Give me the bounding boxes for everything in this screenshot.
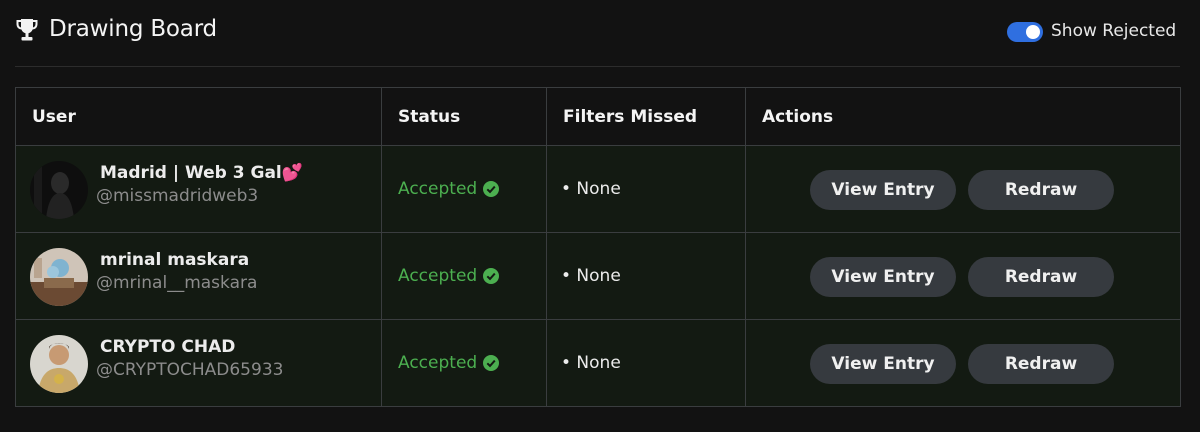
entries-table: User Status Filters Missed Actions Madri…: [15, 87, 1181, 407]
user-cell: Madrid | Web 3 Gal💕 @missmadridweb3: [15, 145, 382, 233]
toggle-knob: [1026, 25, 1040, 39]
page-header: Drawing Board Show Rejected: [0, 0, 1200, 66]
column-header-filters-missed: Filters Missed: [546, 87, 746, 146]
display-name: mrinal maskara: [100, 250, 250, 270]
user-handle: @CRYPTOCHAD65933: [96, 360, 284, 380]
column-header-actions: Actions: [745, 87, 1181, 146]
show-rejected-toggle[interactable]: [1007, 22, 1043, 42]
column-header-status: Status: [381, 87, 547, 146]
header-divider: [15, 66, 1180, 67]
user-cell: mrinal maskara @mrinal__maskara: [15, 232, 382, 320]
status-text: Accepted: [398, 353, 478, 373]
redraw-button[interactable]: Redraw: [968, 344, 1114, 384]
avatar: [30, 248, 88, 306]
table-row: mrinal maskara @mrinal__maskara Accepted…: [15, 232, 1181, 320]
user-cell: CRYPTO CHAD @CRYPTOCHAD65933: [15, 319, 382, 407]
status-text: Accepted: [398, 179, 478, 199]
user-handle: @mrinal__maskara: [96, 273, 258, 293]
status-text: Accepted: [398, 266, 478, 286]
table-header-row: User Status Filters Missed Actions: [15, 87, 1181, 146]
table-row: CRYPTO CHAD @CRYPTOCHAD65933 Accepted • …: [15, 319, 1181, 407]
actions-cell: View Entry Redraw: [745, 232, 1181, 320]
user-handle: @missmadridweb3: [96, 186, 259, 206]
filters-missed-cell: • None: [546, 232, 746, 320]
actions-cell: View Entry Redraw: [745, 319, 1181, 407]
column-header-user: User: [15, 87, 382, 146]
check-circle-icon: [483, 268, 500, 284]
display-name: Madrid | Web 3 Gal💕: [100, 163, 303, 183]
check-circle-icon: [483, 355, 500, 371]
view-entry-button[interactable]: View Entry: [810, 170, 956, 210]
status-badge: Accepted: [398, 266, 500, 286]
view-entry-button[interactable]: View Entry: [810, 257, 956, 297]
avatar: [30, 335, 88, 393]
status-badge: Accepted: [398, 353, 500, 373]
table-row: Madrid | Web 3 Gal💕 @missmadridweb3 Acce…: [15, 145, 1181, 233]
redraw-button[interactable]: Redraw: [968, 170, 1114, 210]
page-title: Drawing Board: [49, 16, 217, 42]
filters-missed-cell: • None: [546, 319, 746, 407]
actions-cell: View Entry Redraw: [745, 145, 1181, 233]
redraw-button[interactable]: Redraw: [968, 257, 1114, 297]
check-circle-icon: [483, 181, 500, 197]
view-entry-button[interactable]: View Entry: [810, 344, 956, 384]
trophy-icon: [16, 19, 38, 41]
status-cell: Accepted: [381, 319, 547, 407]
status-badge: Accepted: [398, 179, 500, 199]
show-rejected-label: Show Rejected: [1051, 21, 1177, 41]
avatar: [30, 161, 88, 219]
display-name: CRYPTO CHAD: [100, 337, 236, 357]
filters-missed-cell: • None: [546, 145, 746, 233]
status-cell: Accepted: [381, 145, 547, 233]
status-cell: Accepted: [381, 232, 547, 320]
